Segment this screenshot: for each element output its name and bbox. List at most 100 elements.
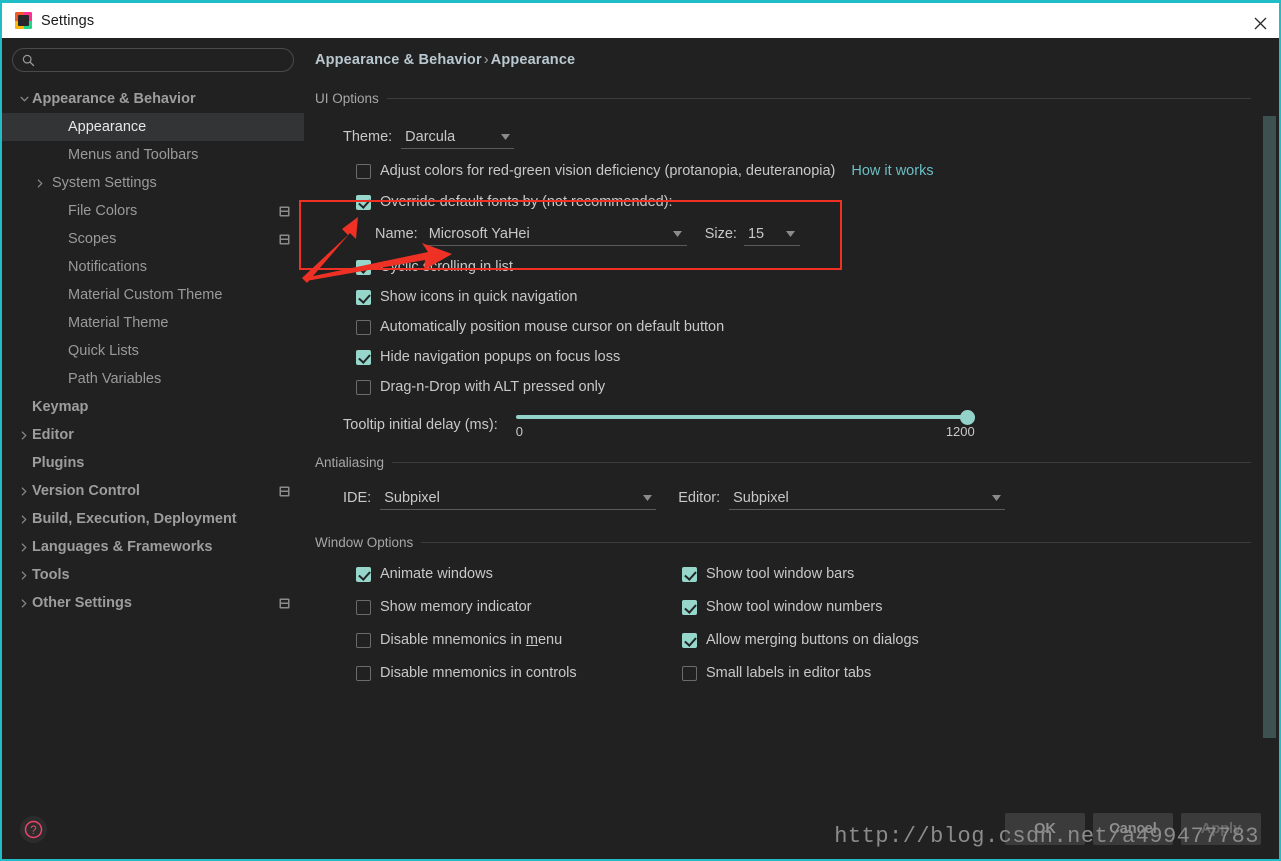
font-size-select[interactable]: 15: [743, 222, 800, 246]
antialiasing-title: Antialiasing: [315, 454, 385, 470]
override-fonts-checkbox-row[interactable]: Override default fonts by (not recommend…: [356, 194, 673, 210]
sidebar-item-system-settings[interactable]: System Settings: [2, 169, 304, 197]
settings-tree: Appearance & Behavior Appearance Menus and…: [2, 85, 304, 617]
settings-content: UI Options Theme: Darcula Adjust colors …: [315, 88, 1251, 859]
how-it-works-link[interactable]: How it works: [851, 163, 933, 179]
sidebar-item-label: Tools: [32, 567, 70, 583]
sidebar-item-label: System Settings: [52, 175, 157, 191]
show-memory-indicator-checkbox[interactable]: [356, 599, 371, 615]
sidebar-item-label: Build, Execution, Deployment: [32, 511, 237, 527]
chevron-right-icon[interactable]: [16, 570, 32, 580]
sidebar-item-label: Menus and Toolbars: [68, 147, 199, 163]
hide-navigation-popups-on-focus-loss-checkbox[interactable]: [356, 349, 371, 365]
disable-mnemonics-in-menu-checkbox[interactable]: [356, 632, 371, 648]
hide-navigation-popups-on-focus-loss-row[interactable]: Hide navigation popups on focus loss: [356, 349, 1251, 365]
automatically-position-mouse-cursor-on-default-button-checkbox[interactable]: [356, 319, 371, 335]
automatically-position-mouse-cursor-on-default-button-row[interactable]: Automatically position mouse cursor on d…: [356, 319, 1251, 335]
sidebar-item-appearance-behavior[interactable]: Appearance & Behavior: [2, 85, 304, 113]
settings-dialog: Settings Appearance & Behavior Appearance…: [0, 0, 1281, 861]
show-tool-window-numbers-row[interactable]: Show tool window numbers: [682, 599, 919, 615]
theme-row: Theme: Darcula: [315, 125, 1251, 149]
chevron-right-icon[interactable]: [16, 598, 32, 608]
sidebar-item-languages-frameworks[interactable]: Languages & Frameworks: [2, 533, 304, 561]
sidebar-item-material-custom-theme[interactable]: Material Custom Theme: [2, 281, 304, 309]
sidebar-item-label: Version Control: [32, 483, 140, 499]
animate-windows-checkbox[interactable]: [356, 566, 371, 582]
tooltip-delay-slider[interactable]: [515, 410, 975, 425]
cancel-button[interactable]: Cancel: [1093, 813, 1173, 845]
ok-button[interactable]: OK: [1005, 813, 1085, 845]
disable-mnemonics-in-menu-label: Disable mnemonics in menu: [380, 632, 563, 648]
close-button[interactable]: [1237, 6, 1279, 41]
chevron-right-icon[interactable]: [16, 430, 32, 440]
drag-n-drop-with-alt-pressed-only-label: Drag-n-Drop with ALT pressed only: [380, 379, 606, 395]
sidebar-item-material-theme[interactable]: Material Theme: [2, 309, 304, 337]
show-tool-window-numbers-checkbox[interactable]: [682, 599, 697, 615]
intellij-idea-logo-icon: [15, 12, 32, 29]
slider-thumb[interactable]: [959, 410, 975, 425]
animate-windows-row[interactable]: Animate windows: [356, 566, 682, 582]
sidebar-item-label: Material Custom Theme: [68, 287, 223, 303]
colorblind-checkbox-row[interactable]: Adjust colors for red-green vision defic…: [356, 163, 835, 179]
sidebar-item-build-execution-deployment[interactable]: Build, Execution, Deployment: [2, 505, 304, 533]
sidebar-item-plugins[interactable]: Plugins: [2, 449, 304, 477]
font-size-value: 15: [747, 225, 765, 242]
ui-options-checkbox-list: Cyclic scrolling in list Show icons in qu…: [315, 259, 1251, 395]
disable-mnemonics-in-controls-checkbox[interactable]: [356, 665, 371, 681]
search-input[interactable]: [35, 53, 293, 67]
project-scope-badge-icon: [279, 486, 290, 497]
chevron-down-icon: [669, 230, 687, 237]
small-labels-in-editor-tabs-row[interactable]: Small labels in editor tabs: [682, 665, 919, 681]
allow-merging-buttons-on-dialogs-label: Allow merging buttons on dialogs: [706, 632, 919, 648]
allow-merging-buttons-on-dialogs-row[interactable]: Allow merging buttons on dialogs: [682, 632, 919, 648]
drag-n-drop-with-alt-pressed-only-row[interactable]: Drag-n-Drop with ALT pressed only: [356, 379, 1251, 395]
sidebar-item-editor[interactable]: Editor: [2, 421, 304, 449]
cyclic-scrolling-in-list-checkbox[interactable]: [356, 259, 371, 275]
sidebar-item-file-colors[interactable]: File Colors: [2, 197, 304, 225]
chevron-down-icon[interactable]: [16, 96, 32, 102]
colorblind-checkbox[interactable]: [356, 163, 371, 179]
animate-windows-label: Animate windows: [380, 566, 493, 582]
chevron-right-icon[interactable]: [16, 542, 32, 552]
sidebar-item-menus-and-toolbars[interactable]: Menus and Toolbars: [2, 141, 304, 169]
editor-antialiasing-label: Editor:: [678, 490, 721, 506]
override-fonts-label: Override default fonts by (not recommend…: [380, 194, 673, 210]
search-box[interactable]: [12, 48, 294, 72]
chevron-down-icon: [987, 494, 1005, 501]
sidebar-item-appearance[interactable]: Appearance: [2, 113, 304, 141]
sidebar-item-path-variables[interactable]: Path Variables: [2, 365, 304, 393]
theme-select[interactable]: Darcula: [401, 125, 515, 149]
show-memory-indicator-row[interactable]: Show memory indicator: [356, 599, 682, 615]
sidebar-item-other-settings[interactable]: Other Settings: [2, 589, 304, 617]
editor-antialiasing-select[interactable]: Subpixel: [729, 486, 1006, 510]
breadcrumb-parent[interactable]: Appearance & Behavior: [315, 52, 482, 68]
sidebar-item-quick-lists[interactable]: Quick Lists: [2, 337, 304, 365]
font-name-select[interactable]: Microsoft YaHei: [424, 222, 687, 246]
disable-mnemonics-in-controls-row[interactable]: Disable mnemonics in controls: [356, 665, 682, 681]
sidebar-item-label: Other Settings: [32, 595, 132, 611]
sidebar-item-tools[interactable]: Tools: [2, 561, 304, 589]
sidebar-item-notifications[interactable]: Notifications: [2, 253, 304, 281]
chevron-right-icon[interactable]: [32, 178, 48, 188]
chevron-right-icon[interactable]: [16, 514, 32, 524]
scrollbar-thumb[interactable]: [1263, 116, 1276, 738]
cyclic-scrolling-in-list-row[interactable]: Cyclic scrolling in list: [356, 259, 1251, 275]
ide-antialiasing-select[interactable]: Subpixel: [380, 486, 657, 510]
disable-mnemonics-in-menu-row[interactable]: Disable mnemonics in menu: [356, 632, 682, 648]
sidebar-item-version-control[interactable]: Version Control: [2, 477, 304, 505]
slider-track: [515, 415, 975, 419]
help-button[interactable]: ?: [20, 816, 47, 843]
show-icons-in-quick-navigation-checkbox[interactable]: [356, 289, 371, 305]
chevron-right-icon[interactable]: [16, 486, 32, 496]
show-tool-window-bars-checkbox[interactable]: [682, 566, 697, 582]
sidebar-item-keymap[interactable]: Keymap: [2, 393, 304, 421]
drag-n-drop-with-alt-pressed-only-checkbox[interactable]: [356, 379, 371, 395]
apply-button[interactable]: Apply: [1181, 813, 1261, 845]
sidebar-item-scopes[interactable]: Scopes: [2, 225, 304, 253]
small-labels-in-editor-tabs-checkbox[interactable]: [682, 665, 697, 681]
show-tool-window-bars-row[interactable]: Show tool window bars: [682, 566, 919, 582]
show-icons-in-quick-navigation-row[interactable]: Show icons in quick navigation: [356, 289, 1251, 305]
vertical-scrollbar[interactable]: [1263, 78, 1276, 857]
override-fonts-checkbox[interactable]: [356, 194, 371, 210]
allow-merging-buttons-on-dialogs-checkbox[interactable]: [682, 632, 697, 648]
